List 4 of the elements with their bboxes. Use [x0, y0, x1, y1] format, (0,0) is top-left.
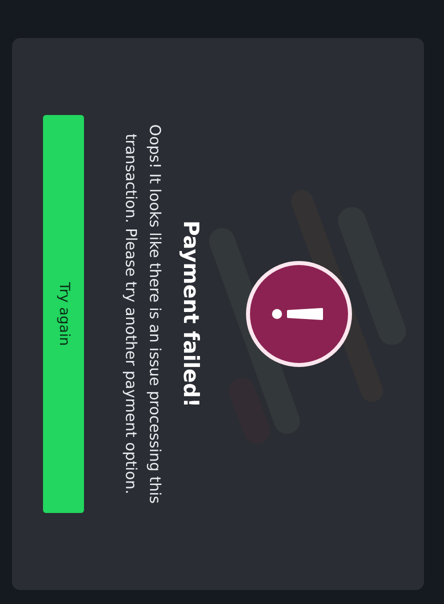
dialog-title: Payment failed!: [178, 220, 204, 408]
error-message: Oops! It looks like there is an issue processing this transaction. Please try another payment option.: [120, 124, 165, 504]
alert-icon: [246, 261, 352, 367]
try-again-button[interactable]: Try again: [43, 115, 84, 513]
